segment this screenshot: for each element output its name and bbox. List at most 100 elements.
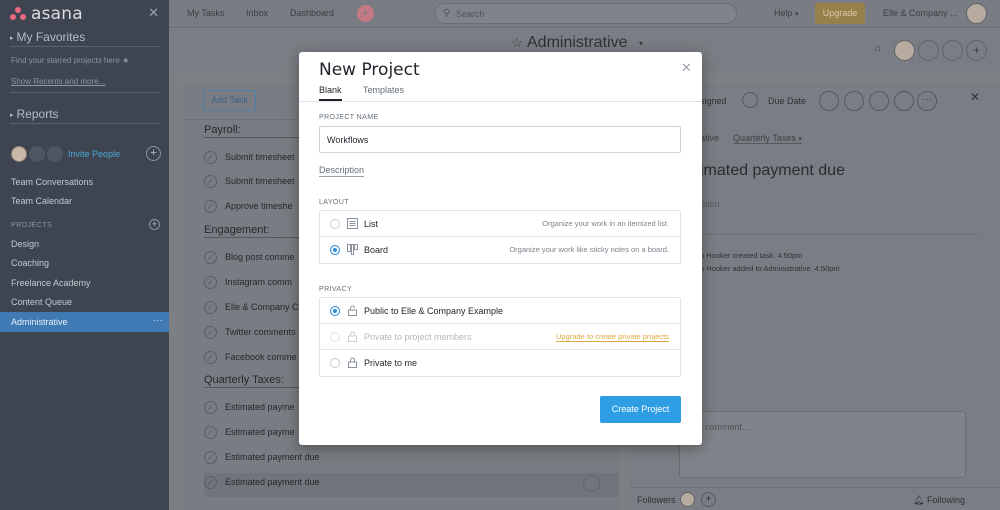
sidebar-item-team-calendar[interactable]: Team Calendar	[11, 196, 72, 206]
description-link[interactable]: Description	[319, 165, 365, 177]
task-name[interactable]: Submit timesheet	[225, 152, 295, 162]
asana-logo[interactable]: asana	[10, 4, 83, 24]
task-name[interactable]: Estimated payment due	[225, 452, 320, 462]
check-icon[interactable]: ✓	[204, 276, 217, 289]
upgrade-button[interactable]: Upgrade	[815, 3, 865, 24]
check-icon[interactable]: ✓	[204, 476, 217, 489]
layout-option-list[interactable]: List Organize your work in an itemized l…	[320, 211, 680, 237]
privacy-option-public[interactable]: Public to Elle & Company Example	[320, 298, 680, 324]
check-icon[interactable]: ✓	[204, 351, 217, 364]
add-member-icon[interactable]: +	[146, 146, 161, 161]
check-icon[interactable]: ✓	[204, 200, 217, 213]
task-name[interactable]: Twitter comments	[225, 327, 296, 337]
close-detail-icon[interactable]: ✕	[970, 90, 980, 104]
task-name[interactable]: Approve timeshe	[225, 201, 293, 211]
tab-blank[interactable]: Blank	[319, 85, 342, 101]
task-name[interactable]: Submit timesheet	[225, 176, 295, 186]
tag-icon[interactable]	[844, 91, 864, 111]
add-project-icon[interactable]: +	[149, 219, 160, 230]
member-placeholder-icon[interactable]	[918, 40, 939, 61]
comment-input[interactable]: e a comment...	[679, 411, 966, 478]
search-input[interactable]: ⚲ Search	[434, 3, 737, 24]
user-avatar[interactable]	[966, 3, 987, 24]
attachment-icon[interactable]	[894, 91, 914, 111]
upgrade-private-link[interactable]: Upgrade to create private projects	[556, 332, 669, 342]
create-project-button[interactable]: Create Project	[600, 396, 681, 423]
project-tag[interactable]: ative	[700, 133, 719, 143]
add-task-button[interactable]: Add Task	[203, 90, 256, 111]
check-icon[interactable]: ✓	[204, 401, 217, 414]
follower-avatar[interactable]	[680, 492, 695, 507]
asana-logo-icon	[10, 7, 26, 21]
invite-people-link[interactable]: Invite People	[68, 149, 120, 159]
task-name[interactable]: Facebook comme	[225, 352, 297, 362]
due-date-field[interactable]: Due Date	[768, 96, 806, 106]
assignee-icon[interactable]	[583, 475, 600, 492]
nav-my-tasks[interactable]: My Tasks	[187, 8, 224, 18]
org-switcher[interactable]: Elle & Company ...	[883, 8, 958, 18]
help-menu[interactable]: Help ▾	[774, 8, 799, 18]
avatar[interactable]	[11, 146, 27, 162]
following-toggle[interactable]: 🔔︎ Following	[913, 495, 965, 506]
task-name[interactable]: Estimated payment due	[225, 477, 320, 487]
like-icon[interactable]	[819, 91, 839, 111]
sidebar-item-content-queue[interactable]: Content Queue	[11, 297, 72, 307]
bell-icon: 🔔︎	[913, 495, 925, 505]
radio-button[interactable]	[330, 358, 340, 368]
reports-header[interactable]: ▸ Reports	[10, 107, 160, 124]
tab-templates[interactable]: Templates	[363, 85, 404, 99]
team-members-row: Invite People +	[11, 145, 161, 163]
show-recents-link[interactable]: Show Recents and more...	[11, 77, 105, 86]
check-icon[interactable]: ✓	[204, 426, 217, 439]
assignee-field[interactable]: signed	[700, 96, 727, 106]
task-row[interactable]: ✓ Estimated payment due	[204, 448, 619, 472]
task-row-selected[interactable]: ✓ Estimated payment due	[204, 473, 619, 497]
nav-dashboard[interactable]: Dashboard	[290, 8, 334, 18]
sidebar-item-team-conversations[interactable]: Team Conversations	[11, 177, 93, 187]
avatar-placeholder[interactable]	[47, 146, 63, 162]
avatar-placeholder[interactable]	[29, 146, 45, 162]
task-name[interactable]: Estimated payme	[225, 402, 295, 412]
radio-button-selected[interactable]	[330, 306, 340, 316]
sidebar-item-administrative[interactable]: Administrative ···	[0, 312, 169, 332]
check-icon[interactable]: ✓	[204, 326, 217, 339]
privacy-option-private[interactable]: Private to me	[320, 350, 680, 376]
task-name[interactable]: Blog post comme	[225, 252, 295, 262]
task-name[interactable]: Instagram comm	[225, 277, 292, 287]
check-icon[interactable]: ✓	[204, 301, 217, 314]
task-name[interactable]: Estimated payme	[225, 427, 295, 437]
radio-button-disabled	[330, 332, 340, 342]
lock-icon[interactable]: ⌂	[875, 43, 881, 54]
quick-add-button[interactable]: +	[357, 5, 374, 22]
radio-button-selected[interactable]	[330, 245, 340, 255]
subtask-icon[interactable]	[869, 91, 889, 111]
close-icon[interactable]: ✕	[681, 60, 692, 76]
calendar-icon[interactable]	[742, 92, 758, 108]
sidebar-item-freelance-academy[interactable]: Freelance Academy	[11, 278, 91, 288]
section-tag[interactable]: Quarterly Taxes ▾	[733, 133, 802, 144]
project-title[interactable]: Administrative	[527, 34, 627, 52]
star-icon[interactable]: ☆	[511, 35, 523, 51]
task-title[interactable]: imated payment due	[700, 162, 845, 180]
check-icon[interactable]: ✓	[204, 451, 217, 464]
sidebar-item-design[interactable]: Design	[11, 239, 39, 249]
task-description[interactable]: ption	[700, 199, 720, 209]
add-follower-icon[interactable]: +	[701, 492, 716, 507]
radio-button[interactable]	[330, 219, 340, 229]
more-options-icon[interactable]: ···	[153, 315, 163, 326]
add-member-icon[interactable]: +	[966, 40, 987, 61]
my-favorites-header[interactable]: ▸ My Favorites	[10, 30, 160, 47]
check-icon[interactable]: ✓	[204, 251, 217, 264]
sidebar-item-coaching[interactable]: Coaching	[11, 258, 49, 268]
close-sidebar-icon[interactable]: ✕	[148, 5, 159, 21]
project-name-input[interactable]	[319, 126, 681, 153]
check-icon[interactable]: ✓	[204, 151, 217, 164]
member-avatar[interactable]	[894, 40, 915, 61]
member-placeholder-icon[interactable]	[942, 40, 963, 61]
check-icon[interactable]: ✓	[204, 175, 217, 188]
more-options-icon[interactable]: ···	[917, 91, 937, 111]
task-name[interactable]: Elle & Company C	[225, 302, 299, 312]
layout-option-board[interactable]: Board Organize your work like sticky not…	[320, 237, 680, 263]
chevron-down-icon[interactable]: ▾	[639, 39, 643, 48]
nav-inbox[interactable]: Inbox	[246, 8, 268, 18]
